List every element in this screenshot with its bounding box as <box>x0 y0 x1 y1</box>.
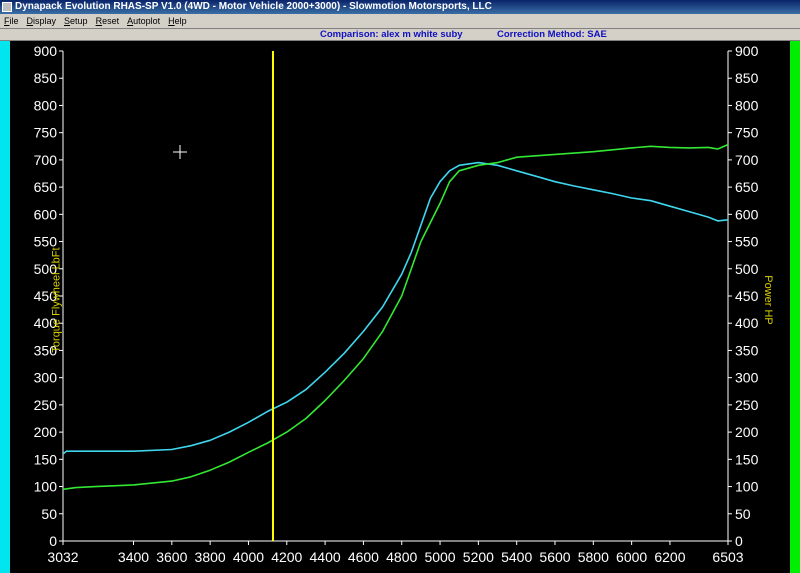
x-tick-label: 3032 <box>47 549 78 565</box>
menu-autoplot[interactable]: Autoplot <box>123 14 164 28</box>
y-tick-label-left: 850 <box>34 70 58 86</box>
dyno-chart[interactable]: 0 0 50 50 100 100 150 150 200 200 250 250 300 300 350 3… <box>0 41 800 573</box>
x-tick-label: 6200 <box>654 549 685 565</box>
menu-setup[interactable]: Setup <box>60 14 92 28</box>
correction-method-label: Correction Method: SAE <box>497 29 607 40</box>
info-bar: Comparison: alex m white suby Correction… <box>0 28 800 41</box>
y-axis-label-left: Torque Flywheel LbFt <box>50 247 63 353</box>
y-tick-label-left: 300 <box>34 370 58 386</box>
app-icon <box>2 2 12 12</box>
x-tick-label: 3400 <box>118 549 149 565</box>
power-curve <box>62 143 729 491</box>
x-tick-label: 4000 <box>233 549 264 565</box>
menu-display[interactable]: Display <box>23 14 61 28</box>
comparison-label: Comparison: alex m white suby <box>320 29 463 40</box>
y-tick-label-right: 200 <box>735 424 759 440</box>
x-tick-label: 3800 <box>195 549 226 565</box>
menu-reset[interactable]: Reset <box>92 14 124 28</box>
y-tick-label-left: 50 <box>41 506 57 522</box>
x-tick-label: 4400 <box>310 549 341 565</box>
y-tick-label-left: 750 <box>34 125 58 141</box>
y-tick-label-right: 0 <box>735 533 743 549</box>
x-tick-label: 4200 <box>271 549 302 565</box>
y-tick-label-right: 850 <box>735 70 759 86</box>
y-tick-label-right: 900 <box>735 43 759 59</box>
y-tick-label-right: 250 <box>735 397 759 413</box>
x-tick-label: 5200 <box>463 549 494 565</box>
x-tick-label: 5000 <box>424 549 455 565</box>
y-tick-label-left: 200 <box>34 424 58 440</box>
x-tick-label: 4600 <box>348 549 379 565</box>
x-tick-label: 6000 <box>616 549 647 565</box>
y-tick-label-left: 250 <box>34 397 58 413</box>
y-tick-label-right: 650 <box>735 179 759 195</box>
y-tick-label-left: 800 <box>34 97 58 113</box>
x-tick-label: 5600 <box>539 549 570 565</box>
y-tick-label-left: 150 <box>34 451 58 467</box>
y-tick-label-right: 400 <box>735 315 759 331</box>
y-tick-label-right: 450 <box>735 288 759 304</box>
x-tick-label: 5800 <box>578 549 609 565</box>
y-tick-label-right: 150 <box>735 451 759 467</box>
y-tick-label-right: 50 <box>735 506 751 522</box>
y-tick-label-right: 750 <box>735 125 759 141</box>
x-tick-label: 6503 <box>712 549 743 565</box>
y-tick-label-right: 500 <box>735 261 759 277</box>
y-tick-label-right: 700 <box>735 152 759 168</box>
menu-file[interactable]: File <box>0 14 23 28</box>
y-tick-label-left: 650 <box>34 179 58 195</box>
x-tick-label: 5400 <box>501 549 532 565</box>
x-tick-label: 3600 <box>156 549 187 565</box>
window-title: Dynapack Evolution RHAS-SP V1.0 (4WD - M… <box>15 1 492 12</box>
y-tick-label-right: 800 <box>735 97 759 113</box>
title-bar: Dynapack Evolution RHAS-SP V1.0 (4WD - M… <box>0 0 800 14</box>
y-tick-label-left: 100 <box>34 479 58 495</box>
y-tick-label-left: 900 <box>34 43 58 59</box>
y-tick-label-right: 600 <box>735 206 759 222</box>
x-tick-label: 4800 <box>386 549 417 565</box>
menu-bar: File Display Setup Reset Autoplot Help <box>0 14 800 28</box>
y-tick-label-left: 0 <box>49 533 57 549</box>
menu-help[interactable]: Help <box>164 14 191 28</box>
y-tick-label-right: 550 <box>735 234 759 250</box>
y-tick-label-right: 100 <box>735 479 759 495</box>
y-axis-label-right: Power HP <box>761 275 774 325</box>
y-tick-label-left: 600 <box>34 206 58 222</box>
y-tick-label-left: 700 <box>34 152 58 168</box>
y-tick-label-right: 350 <box>735 342 759 358</box>
y-tick-label-right: 300 <box>735 370 759 386</box>
